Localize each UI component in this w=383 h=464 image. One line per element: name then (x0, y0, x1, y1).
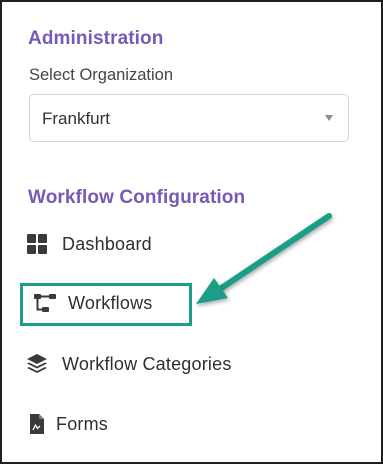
annotation-arrow (196, 213, 332, 304)
sidebar-panel: Administration Select Organization Frank… (0, 0, 383, 464)
